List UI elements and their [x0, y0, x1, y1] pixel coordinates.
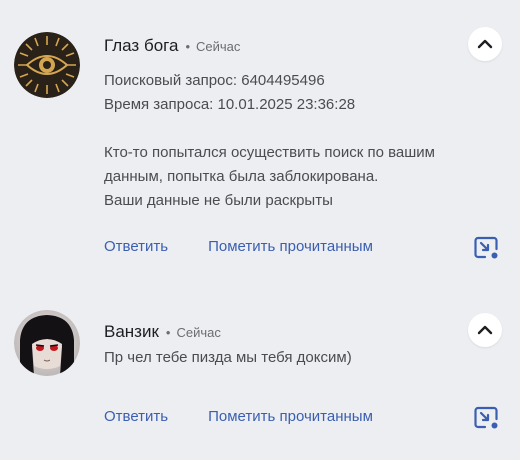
notification-body: Пр чел тебе пизда мы тебя доксим): [104, 346, 484, 370]
notification-actions: Ответить Пометить прочитанным: [104, 408, 373, 425]
collapse-button[interactable]: [468, 313, 502, 347]
body-line: Пр чел тебе пизда мы тебя доксим): [104, 349, 352, 366]
body-line: Кто-то попытался осуществить поиск по ва…: [104, 144, 435, 161]
notification-card[interactable]: Ванзик • Сейчас Пр чел тебе пизда мы теб…: [0, 290, 520, 460]
notification-header: Ванзик • Сейчас: [104, 322, 221, 342]
timestamp: Сейчас: [176, 325, 221, 340]
body-spacer: [104, 117, 484, 141]
user-avatar-icon: [14, 310, 80, 376]
collapse-button[interactable]: [468, 27, 502, 61]
open-in-window-icon: [474, 236, 498, 259]
sender-name: Глаз бога: [104, 36, 179, 55]
expand-button[interactable]: [471, 403, 501, 433]
reply-button[interactable]: Ответить: [104, 238, 168, 255]
mark-read-button[interactable]: Пометить прочитанным: [208, 238, 373, 255]
notification-header: Глаз бога • Сейчас: [104, 36, 240, 56]
body-line: Ваши данные не были раскрыты: [104, 192, 333, 209]
mark-read-button[interactable]: Пометить прочитанным: [208, 408, 373, 425]
notification-card[interactable]: Глаз бога • Сейчас Поисковый запрос: 640…: [0, 0, 520, 290]
body-line: Время запроса: 10.01.2025 23:36:28: [104, 96, 356, 113]
notification-body: Поисковый запрос: 6404495496 Время запро…: [104, 69, 484, 213]
timestamp: Сейчас: [196, 39, 241, 54]
expand-button[interactable]: [471, 233, 501, 263]
reply-button[interactable]: Ответить: [104, 408, 168, 425]
sender-name: Ванзик: [104, 322, 159, 341]
body-line: Поисковый запрос: 6404495496: [104, 72, 325, 89]
open-in-window-icon: [474, 406, 498, 429]
eye-of-providence-icon: [14, 32, 80, 98]
chevron-up-icon: [477, 39, 493, 49]
body-line: данным, попытка была заблокирована.: [104, 168, 379, 185]
notification-actions: Ответить Пометить прочитанным: [104, 238, 373, 255]
separator-dot: •: [185, 39, 190, 54]
chevron-up-icon: [477, 325, 493, 335]
separator-dot: •: [165, 325, 171, 340]
